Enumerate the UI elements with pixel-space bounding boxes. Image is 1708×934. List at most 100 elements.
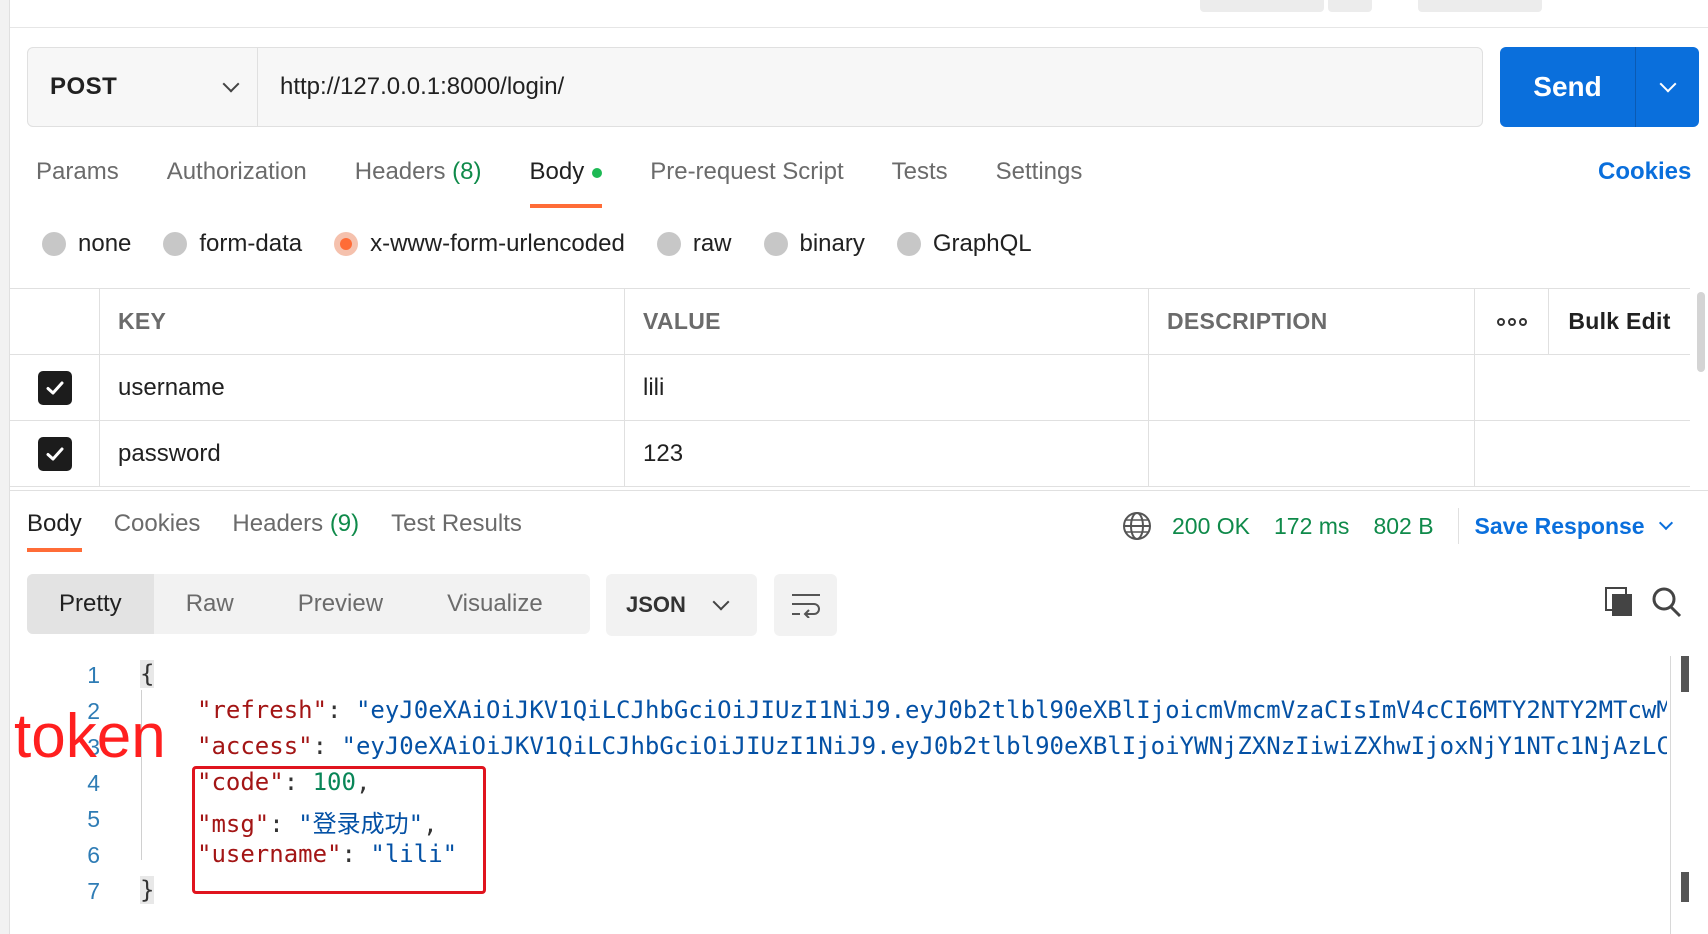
- response-tab-test-results[interactable]: Test Results: [391, 510, 522, 552]
- table-header-row: KEY VALUE DESCRIPTION Bulk Edit: [10, 289, 1690, 355]
- search-icon[interactable]: [1652, 586, 1682, 618]
- bulk-edit-button[interactable]: Bulk Edit: [1549, 289, 1690, 354]
- checkmark-icon: [46, 447, 63, 460]
- globe-icon[interactable]: [1122, 511, 1152, 541]
- response-time[interactable]: 172 ms: [1274, 513, 1349, 540]
- send-options-button[interactable]: [1636, 47, 1699, 127]
- request-tabs: Params Authorization Headers (8) Body Pr…: [36, 158, 1130, 208]
- radio-x-www-form-urlencoded[interactable]: x-www-form-urlencoded: [334, 230, 625, 258]
- top-strip: [10, 0, 1708, 28]
- view-tab-visualize[interactable]: Visualize: [415, 574, 575, 634]
- status-code[interactable]: 200 OK: [1172, 513, 1250, 540]
- code-scrollbar-thumb[interactable]: [1681, 656, 1689, 692]
- radio-label: binary: [799, 230, 865, 257]
- description-cell[interactable]: [1149, 421, 1475, 486]
- tab-label: Tests: [891, 158, 948, 185]
- tab-label: Test Results: [391, 510, 522, 537]
- radio-binary[interactable]: binary: [763, 230, 865, 258]
- more-options-button[interactable]: [1475, 289, 1549, 354]
- response-tab-headers[interactable]: Headers (9): [232, 510, 359, 552]
- cookies-link[interactable]: Cookies: [1598, 158, 1691, 186]
- description-cell[interactable]: [1149, 355, 1475, 420]
- radio-circle-icon: [334, 232, 359, 256]
- code-line: "refresh": "eyJ0eXAiOiJKV1QiLCJhbGciOiJI…: [197, 696, 1667, 724]
- more-options-icon: [1496, 317, 1527, 326]
- row-check-cell: [10, 355, 100, 420]
- save-response-label: Save Response: [1474, 512, 1645, 539]
- radio-circle-icon: [42, 232, 66, 256]
- save-response-button[interactable]: Save Response: [1474, 512, 1673, 540]
- tab-headers[interactable]: Headers (8): [355, 158, 482, 208]
- copy-icon[interactable]: [1604, 586, 1634, 618]
- line-number: 7: [87, 878, 100, 904]
- tab-label: Cookies: [113, 510, 201, 537]
- value-cell[interactable]: lili: [625, 355, 1149, 420]
- top-control[interactable]: [1328, 0, 1372, 12]
- divider: [1457, 508, 1459, 544]
- url-text: http://127.0.0.1:8000/login/: [280, 73, 565, 100]
- tab-count: (9): [329, 510, 360, 537]
- open-brace: {: [140, 660, 155, 688]
- tab-authorization[interactable]: Authorization: [167, 158, 307, 208]
- tab-label: Body: [529, 158, 585, 185]
- tab-body[interactable]: Body: [529, 158, 603, 208]
- view-tab-pretty[interactable]: Pretty: [27, 574, 154, 634]
- json-value: "eyJ0eXAiOiJKV1QiLCJhbGciOiJIUzI1NiJ9.ey…: [355, 696, 1667, 724]
- header-key: KEY: [100, 289, 625, 354]
- radio-form-data[interactable]: form-data: [163, 230, 302, 258]
- line-number: 5: [87, 806, 100, 832]
- params-scrollbar[interactable]: [1697, 292, 1705, 372]
- value-cell[interactable]: 123: [625, 421, 1149, 486]
- response-size[interactable]: 802 B: [1373, 513, 1433, 540]
- close-brace: }: [140, 876, 155, 904]
- url-input[interactable]: http://127.0.0.1:8000/login/: [258, 48, 1482, 126]
- view-mode-tabs: Pretty Raw Preview Visualize: [27, 574, 590, 634]
- code-scroll-track: [1670, 656, 1671, 934]
- response-tab-cookies[interactable]: Cookies: [114, 510, 201, 552]
- response-tab-body[interactable]: Body: [27, 510, 82, 552]
- format-select[interactable]: JSON: [606, 574, 757, 636]
- response-divider: [10, 490, 1708, 491]
- tab-label: Body: [27, 510, 82, 537]
- row-checkbox[interactable]: [37, 436, 72, 471]
- annotation-token-label: token: [14, 702, 166, 771]
- radio-circle-icon: [163, 232, 188, 256]
- code-scrollbar-thumb[interactable]: [1681, 872, 1689, 902]
- radio-graphql[interactable]: GraphQL: [896, 230, 1032, 258]
- method-select[interactable]: POST: [28, 48, 258, 126]
- send-button[interactable]: Send: [1500, 47, 1636, 127]
- top-control[interactable]: [1418, 0, 1542, 12]
- top-control[interactable]: [1200, 0, 1324, 12]
- tab-label: Headers: [354, 158, 446, 185]
- radio-raw[interactable]: raw: [656, 230, 732, 258]
- key-cell[interactable]: password: [100, 421, 625, 486]
- key-cell[interactable]: username: [100, 355, 625, 420]
- radio-circle-icon: [656, 232, 681, 256]
- view-tab-raw[interactable]: Raw: [154, 574, 266, 634]
- row-checkbox[interactable]: [37, 370, 72, 405]
- json-key: "refresh": [197, 696, 328, 724]
- table-row: username lili: [10, 355, 1690, 421]
- radio-none[interactable]: none: [42, 230, 131, 258]
- modified-dot-icon: [592, 167, 603, 178]
- radio-label: form-data: [199, 230, 303, 257]
- tab-tests[interactable]: Tests: [892, 158, 948, 208]
- tab-count: (8): [452, 158, 482, 185]
- tab-pre-request-script[interactable]: Pre-request Script: [650, 158, 843, 208]
- tab-params[interactable]: Params: [36, 158, 119, 208]
- tab-settings[interactable]: Settings: [996, 158, 1083, 208]
- json-value: "eyJ0eXAiOiJKV1QiLCJhbGciOiJIUzI1NiJ9.ey…: [341, 732, 1668, 760]
- checkmark-icon: [46, 381, 63, 394]
- view-tab-preview[interactable]: Preview: [266, 574, 415, 634]
- radio-circle-icon: [763, 232, 788, 256]
- code-line: {: [140, 660, 155, 688]
- code-line: "access": "eyJ0eXAiOiJKV1QiLCJhbGciOiJIU…: [197, 732, 1667, 760]
- radio-label: x-www-form-urlencoded: [370, 230, 625, 257]
- response-status: 200 OK 172 ms 802 B Save Response: [1122, 508, 1673, 544]
- tab-label: Headers: [232, 510, 324, 537]
- wrap-lines-icon: [791, 594, 820, 618]
- row-check-cell: [10, 421, 100, 486]
- wrap-lines-button[interactable]: [774, 574, 837, 636]
- line-number: 1: [87, 662, 100, 688]
- json-key: "access": [197, 732, 313, 760]
